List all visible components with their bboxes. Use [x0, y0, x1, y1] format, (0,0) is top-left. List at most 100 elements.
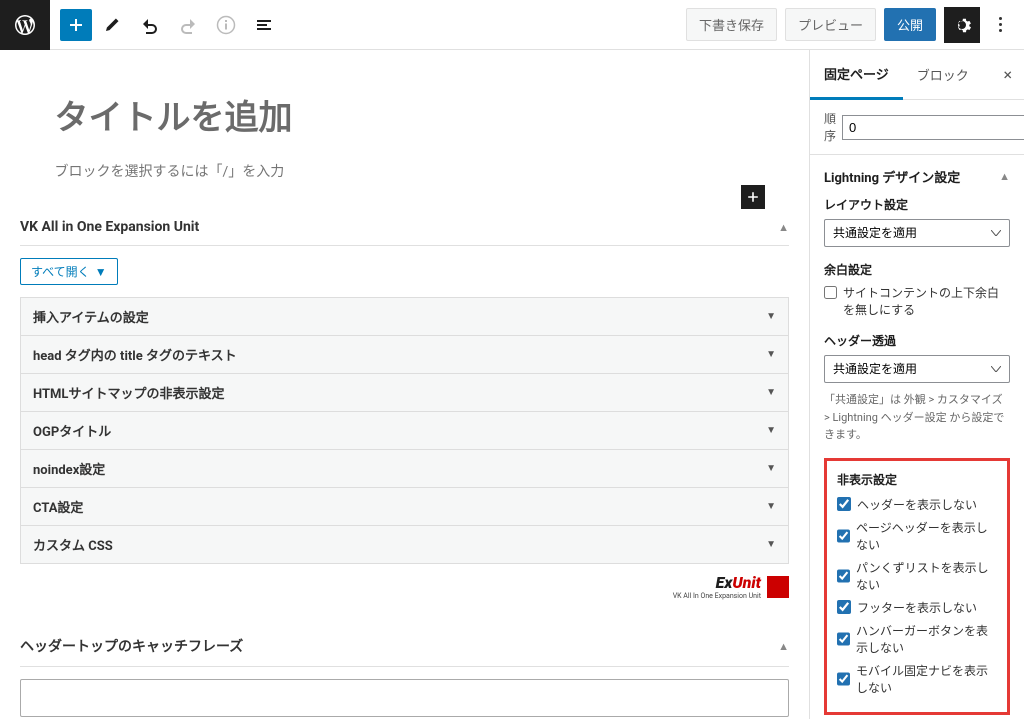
margin-checkbox[interactable] [824, 286, 837, 299]
header-catch-input[interactable] [20, 679, 789, 717]
vk-panel-header[interactable]: VK All in One Expansion Unit ▲ [20, 211, 789, 246]
pencil-icon [102, 15, 122, 35]
tab-block[interactable]: ブロック [903, 51, 983, 98]
top-toolbar: 下書き保存 プレビュー 公開 [0, 0, 1024, 50]
sidebar-tabs: 固定ページ ブロック × [810, 50, 1024, 100]
accordion-label: noindex設定 [33, 459, 105, 478]
layout-label: レイアウト設定 [824, 196, 1010, 213]
checkbox-label: フッターを表示しない [857, 599, 977, 616]
toolbar-right: 下書き保存 プレビュー 公開 [686, 7, 1024, 43]
workspace: タイトルを追加 ブロックを選択するには「/」を入力 VK All in One … [0, 50, 1024, 719]
accordion-label: OGPタイトル [33, 421, 111, 440]
publish-button[interactable]: 公開 [884, 8, 936, 41]
exunit-brand-suffix: Unit [732, 573, 761, 592]
accordion-label: head タグ内の title タグのテキスト [33, 345, 237, 364]
accordion-item[interactable]: 挿入アイテムの設定 ▼ [20, 297, 789, 336]
info-icon [216, 15, 236, 35]
add-block-button[interactable] [60, 9, 92, 41]
chevron-down-icon: ▼ [766, 425, 776, 436]
hidden-checkbox-row[interactable]: パンくずリストを表示しない [837, 559, 997, 593]
checkbox-label: モバイル固定ナビを表示しない [856, 662, 997, 696]
post-title-input[interactable]: タイトルを追加 [55, 90, 755, 139]
undo-icon [140, 15, 160, 35]
hidden-settings-label: 非表示設定 [837, 471, 997, 488]
checkbox-label: ページヘッダーを表示しない [856, 519, 997, 553]
chevron-up-icon: ▲ [778, 221, 789, 234]
hidden-checkbox-row[interactable]: ヘッダーを表示しない [837, 496, 997, 513]
chevron-down-icon: ▼ [766, 501, 776, 512]
hidden-checkbox-row[interactable]: フッターを表示しない [837, 599, 997, 616]
toolbar-left [50, 7, 686, 43]
hide-breadcrumb-checkbox[interactable] [837, 569, 850, 583]
accordion-item[interactable]: head タグ内の title タグのテキスト ▼ [20, 335, 789, 374]
info-button[interactable] [208, 7, 244, 43]
margin-checkbox-row[interactable]: サイトコンテントの上下余白を無しにする [824, 284, 1010, 318]
gear-icon [952, 15, 972, 35]
accordion-item[interactable]: HTMLサイトマップの非表示設定 ▼ [20, 373, 789, 412]
checkbox-label: ヘッダーを表示しない [857, 496, 977, 513]
order-row: 順序 [810, 100, 1024, 154]
chevron-down-icon: ▼ [766, 539, 776, 550]
hide-page-header-checkbox[interactable] [837, 529, 850, 543]
editor-canvas: タイトルを追加 ブロックを選択するには「/」を入力 VK All in One … [0, 50, 809, 719]
expand-all-button[interactable]: すべて開く ▼ [20, 258, 118, 285]
inline-add-block-button[interactable] [741, 185, 765, 209]
close-sidebar-button[interactable]: × [991, 65, 1024, 84]
hidden-checkbox-row[interactable]: ページヘッダーを表示しない [837, 519, 997, 553]
tab-page[interactable]: 固定ページ [810, 50, 903, 100]
margin-setting: 余白設定 サイトコンテントの上下余白を無しにする [824, 261, 1010, 318]
order-label: 順序 [824, 110, 836, 144]
hide-footer-checkbox[interactable] [837, 600, 851, 614]
chevron-down-icon: ▼ [766, 349, 776, 360]
wordpress-icon [13, 13, 37, 37]
save-draft-button[interactable]: 下書き保存 [686, 8, 777, 41]
margin-label: 余白設定 [824, 261, 1010, 278]
outline-icon [254, 15, 274, 35]
hide-hamburger-checkbox[interactable] [837, 632, 850, 646]
hidden-settings: 非表示設定 ヘッダーを表示しない ページヘッダーを表示しない パンくずリストを表… [824, 458, 1010, 715]
header-catch-title: ヘッダートップのキャッチフレーズ [20, 636, 243, 656]
layout-setting: レイアウト設定 共通設定を適用 [824, 196, 1010, 247]
lightning-section-header[interactable]: Lightning デザイン設定 ▲ [824, 167, 1010, 186]
header-catch-header[interactable]: ヘッダートップのキャッチフレーズ ▲ [20, 628, 789, 667]
exunit-brand-prefix: Ex [716, 573, 733, 592]
redo-icon [178, 15, 198, 35]
hidden-checkbox-row[interactable]: モバイル固定ナビを表示しない [837, 662, 997, 696]
header-transparent-note: 「共通設定」は 外観 > カスタマイズ > Lightning ヘッダー設定 か… [824, 391, 1010, 444]
invader-icon [767, 576, 789, 598]
preview-button[interactable]: プレビュー [785, 8, 876, 41]
hide-mobile-nav-checkbox[interactable] [837, 672, 850, 686]
settings-button[interactable] [944, 7, 980, 43]
order-input[interactable] [842, 115, 1024, 140]
accordion-label: HTMLサイトマップの非表示設定 [33, 383, 224, 402]
outline-button[interactable] [246, 7, 282, 43]
accordion-item[interactable]: noindex設定 ▼ [20, 449, 789, 488]
edit-mode-button[interactable] [94, 7, 130, 43]
chevron-down-icon: ▼ [766, 311, 776, 322]
accordion-item[interactable]: カスタム CSS▼ [20, 525, 789, 564]
more-menu-button[interactable] [988, 17, 1012, 32]
vk-panel-title: VK All in One Expansion Unit [20, 219, 199, 235]
redo-button[interactable] [170, 7, 206, 43]
lightning-section: Lightning デザイン設定 ▲ レイアウト設定 共通設定を適用 余白設定 … [810, 154, 1024, 719]
vk-exunit-panel: VK All in One Expansion Unit ▲ すべて開く ▼ 挿… [20, 211, 789, 600]
block-hint[interactable]: ブロックを選択するには「/」を入力 [55, 161, 755, 181]
hidden-checkbox-row[interactable]: ハンバーガーボタンを表示しない [837, 622, 997, 656]
chevron-up-icon: ▲ [999, 170, 1010, 183]
lightning-section-title: Lightning デザイン設定 [824, 167, 960, 186]
header-transparent-label: ヘッダー透過 [824, 332, 1010, 349]
hide-header-checkbox[interactable] [837, 497, 851, 511]
header-transparent-setting: ヘッダー透過 共通設定を適用 「共通設定」は 外観 > カスタマイズ > Lig… [824, 332, 1010, 444]
expand-all-label: すべて開く [31, 263, 90, 280]
accordion-item[interactable]: CTA設定▼ [20, 487, 789, 526]
header-transparent-select[interactable]: 共通設定を適用 [824, 355, 1010, 383]
chevron-down-icon: ▼ [766, 463, 776, 474]
undo-button[interactable] [132, 7, 168, 43]
accordion-label: 挿入アイテムの設定 [33, 307, 149, 326]
chevron-down-icon: ▼ [95, 265, 107, 279]
chevron-down-icon: ▼ [766, 387, 776, 398]
wordpress-logo[interactable] [0, 0, 50, 50]
layout-select[interactable]: 共通設定を適用 [824, 219, 1010, 247]
settings-sidebar: 固定ページ ブロック × 順序 Lightning デザイン設定 ▲ レイアウト… [809, 50, 1024, 719]
accordion-item[interactable]: OGPタイトル ▼ [20, 411, 789, 450]
